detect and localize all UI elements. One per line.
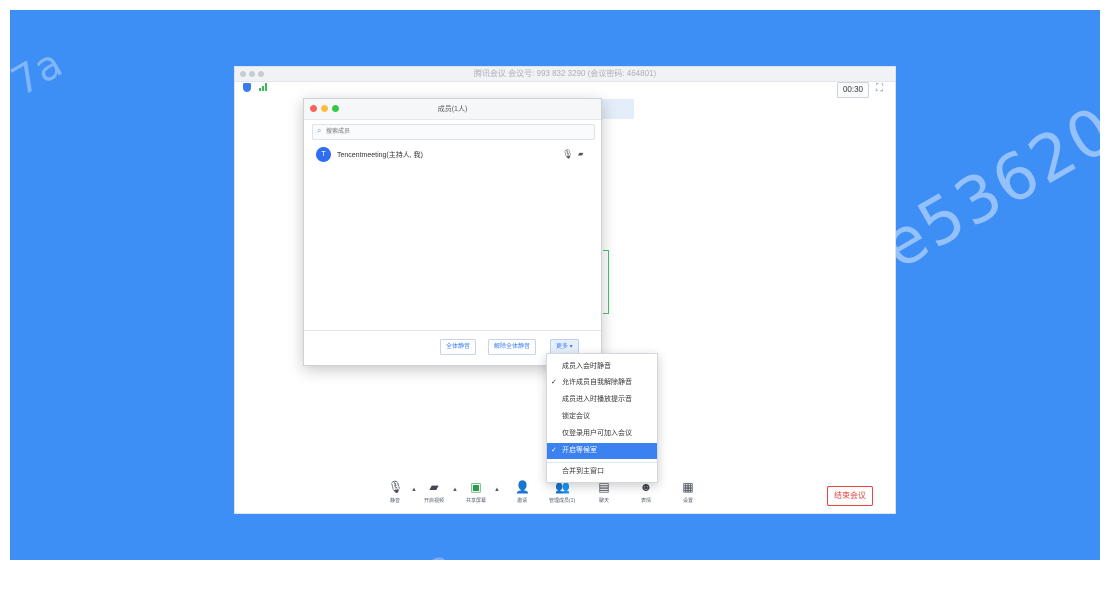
member-name: Tencentmeeting(主持人, 我) bbox=[337, 152, 423, 159]
menu-item-mute-on-entry[interactable]: 成员入会时静音 bbox=[547, 359, 657, 375]
search-icon: ⌕ bbox=[317, 126, 322, 135]
menu-divider bbox=[547, 462, 657, 463]
settings-button[interactable]: ▦ 设置 bbox=[675, 480, 701, 505]
mic-options-caret[interactable]: ▲ bbox=[411, 487, 417, 493]
video-button[interactable]: ▰ 开启视频 bbox=[421, 480, 447, 505]
meeting-titlebar: 腾讯会议 会议号: 993 832 3290 (会议密码: 464801) bbox=[235, 67, 895, 82]
manage-members-button[interactable]: 👥 管理成员(1) bbox=[549, 481, 575, 505]
meeting-title: 腾讯会议 会议号: 993 832 3290 (会议密码: 464801) bbox=[473, 69, 657, 78]
watermark-main: e53620e77a bbox=[870, 8, 1105, 285]
chat-button[interactable]: ▤ 聊天 bbox=[591, 481, 617, 505]
invite-icon: 👤 bbox=[515, 480, 530, 494]
camera-off-icon: ▰ bbox=[429, 480, 439, 494]
watermark-left: 7a bbox=[3, 40, 71, 106]
check-icon: ✓ bbox=[551, 379, 557, 386]
mute-all-button[interactable]: 全体静音 bbox=[440, 339, 477, 355]
screen-share-icon: ▣ bbox=[470, 480, 482, 494]
member-search-input[interactable] bbox=[326, 126, 576, 137]
settings-icon: ▦ bbox=[682, 480, 694, 494]
expand-icon[interactable]: ⛶ bbox=[876, 83, 887, 94]
member-mic-icon[interactable]: 🎙 bbox=[562, 149, 573, 160]
avatar: T bbox=[316, 147, 331, 162]
watermark-bottom: 2 bbox=[420, 546, 466, 599]
share-options-caret[interactable]: ▲ bbox=[494, 487, 500, 493]
meeting-timer: 00:30 bbox=[836, 82, 869, 98]
menu-item-entry-chime[interactable]: 成员进入时播放提示音 bbox=[547, 392, 657, 408]
members-panel: 成员(1人) ⌕ T Tencentmeeting(主持人, 我) 🎙 ▰ 全体… bbox=[303, 98, 602, 366]
end-meeting-button[interactable]: 结束会议 bbox=[827, 486, 873, 506]
share-screen-button[interactable]: ▣ 共享屏幕 bbox=[463, 480, 489, 505]
security-shield-icon[interactable] bbox=[243, 83, 251, 92]
member-camera-icon[interactable]: ▰ bbox=[578, 150, 583, 158]
menu-item-lock-meeting[interactable]: 锁定会议 bbox=[547, 409, 657, 425]
members-panel-title: 成员(1人) bbox=[437, 106, 468, 113]
signal-strength-icon[interactable] bbox=[259, 83, 269, 91]
mic-icon: 🎙 bbox=[388, 480, 404, 494]
member-search-box[interactable]: ⌕ bbox=[312, 124, 595, 140]
menu-item-waiting-room[interactable]: ✓ 开启等候室 bbox=[547, 443, 657, 459]
video-options-caret[interactable]: ▲ bbox=[452, 487, 458, 493]
members-titlebar: 成员(1人) bbox=[304, 99, 601, 120]
member-row[interactable]: T Tencentmeeting(主持人, 我) 🎙 ▰ bbox=[304, 145, 601, 165]
mute-button[interactable]: 🎙 静音 bbox=[382, 480, 408, 505]
menu-item-allow-self-unmute[interactable]: ✓ 允许成员自我解除静音 bbox=[547, 375, 657, 391]
invite-button[interactable]: 👤 邀请 bbox=[509, 480, 535, 505]
menu-item-logged-in-only[interactable]: 仅登录用户可加入会议 bbox=[547, 426, 657, 442]
check-icon: ✓ bbox=[551, 447, 557, 454]
more-options-menu: 成员入会时静音 ✓ 允许成员自我解除静音 成员进入时播放提示音 锁定会议 仅登录… bbox=[546, 353, 658, 483]
unmute-all-button[interactable]: 解除全体静音 bbox=[488, 339, 537, 355]
emoji-button[interactable]: ☻ 表情 bbox=[633, 481, 659, 505]
menu-item-merge-to-main[interactable]: 合并到主窗口 bbox=[547, 464, 657, 480]
active-video-frame bbox=[603, 250, 609, 314]
